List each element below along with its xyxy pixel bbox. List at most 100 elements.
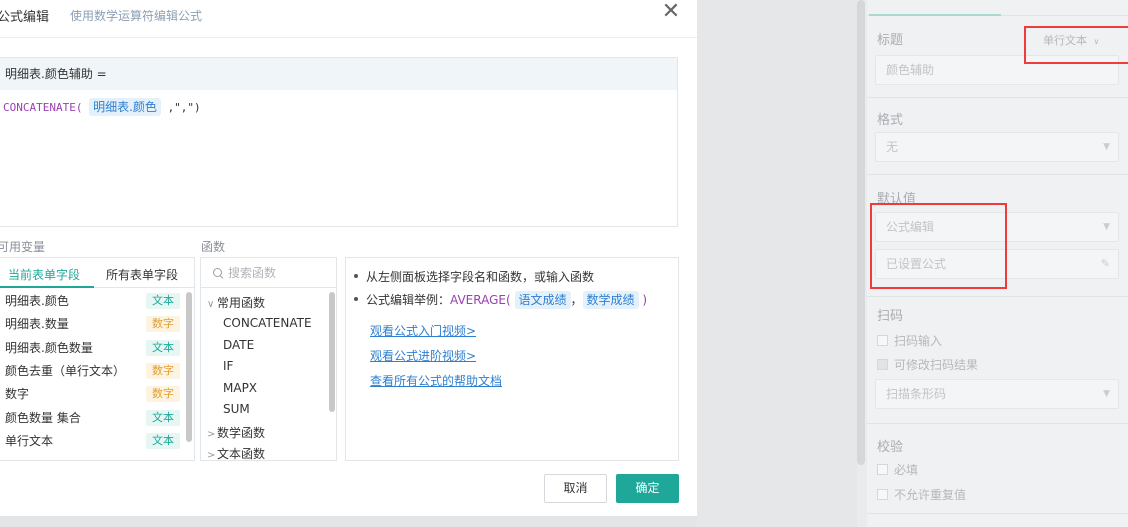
help-instruction: 从左侧面板选择字段名和函数，或输入函数 <box>354 268 594 285</box>
divider <box>867 423 1128 424</box>
variable-type-badge: 文本 <box>146 409 180 426</box>
variable-type-badge: 数字 <box>146 386 180 403</box>
close-icon[interactable]: ✕ <box>660 0 682 26</box>
edit-icon[interactable]: ✎ <box>1101 250 1110 278</box>
link-advanced-video[interactable]: 观看公式进阶视频> <box>370 347 476 364</box>
format-value: 无 <box>886 140 899 154</box>
function-group-label: 常用函数 <box>217 296 266 310</box>
functions-section-label: 函数 <box>201 240 226 254</box>
variable-item[interactable]: 数字 数字 <box>5 385 180 407</box>
no-duplicate-label: 不允许重复值 <box>894 488 967 502</box>
functions-scrollbar[interactable] <box>329 292 335 412</box>
checkbox-icon <box>877 489 888 500</box>
variable-item[interactable]: 单行文本 文本 <box>5 432 180 454</box>
formula-field-tag[interactable]: 明细表.颜色 <box>89 98 161 116</box>
help-example-arg: 数学成绩 <box>582 291 639 309</box>
variable-type-badge: 数字 <box>146 316 180 333</box>
variable-name: 数字 <box>5 387 30 402</box>
function-group-label: 数学函数 <box>217 426 266 440</box>
variable-type-badge: 文本 <box>146 432 180 449</box>
variable-name: 明细表.数量 <box>5 317 69 332</box>
function-group-label: 文本函数 <box>217 447 266 461</box>
divider <box>867 296 1128 297</box>
variable-type-badge: 文本 <box>146 339 180 356</box>
variable-item[interactable]: 颜色去重（单行文本） 数字 <box>5 362 180 384</box>
help-example-separator: ， <box>570 293 583 307</box>
function-group-text[interactable]: > 文本函数 <box>207 445 265 462</box>
variable-item[interactable]: 明细表.颜色数量 文本 <box>5 339 180 361</box>
scan-type-value: 扫描条形码 <box>886 387 947 401</box>
title-label: 标题 <box>877 33 904 48</box>
help-panel: 从左侧面板选择字段名和函数，或输入函数 公式编辑举例：AVERAGE( 语文成绩… <box>345 257 679 461</box>
function-item[interactable]: IF <box>223 359 233 373</box>
dialog-subtitle: 使用数学运算符编辑公式 <box>70 9 203 23</box>
chevron-right-icon: > <box>207 450 216 461</box>
function-item[interactable]: DATE <box>223 338 254 352</box>
help-example-prefix: 公式编辑举例： <box>366 293 451 307</box>
caret-down-icon: ▼ <box>1103 389 1110 399</box>
tab-indicator <box>0 286 94 288</box>
scan-input-label: 扫码输入 <box>894 334 943 348</box>
variables-scrollbar[interactable] <box>186 292 192 442</box>
scan-type-select[interactable]: 扫描条形码 ▼ <box>875 379 1119 409</box>
divider <box>867 174 1128 175</box>
function-group-math[interactable]: > 数学函数 <box>207 424 265 441</box>
function-item[interactable]: CONCATENATE <box>223 316 312 330</box>
function-item[interactable]: SUM <box>223 402 250 416</box>
format-label: 格式 <box>877 113 904 128</box>
function-item[interactable]: MAPX <box>223 381 257 395</box>
tab-current-form[interactable]: 当前表单字段 <box>8 266 80 283</box>
divider <box>867 513 1128 514</box>
help-example-arg: 语文成绩 <box>514 291 571 309</box>
background-area <box>697 0 865 527</box>
formula-function: CONCATENATE( <box>3 101 83 114</box>
background-bottom <box>0 516 697 527</box>
variable-item[interactable]: 颜色数量 集合 文本 <box>5 409 180 431</box>
variable-type-badge: 文本 <box>146 293 180 309</box>
background-scrollbar[interactable] <box>857 0 865 465</box>
formula-dialog: 公式编辑 使用数学运算符编辑公式 ✕ 明细表.颜色辅助 = CONCATENAT… <box>0 0 697 516</box>
no-duplicate-checkbox[interactable]: 不允许重复值 <box>877 486 966 503</box>
divider <box>867 97 1128 98</box>
checkbox-icon <box>877 359 888 370</box>
formula-rest: ,",") <box>167 101 201 114</box>
variable-item[interactable]: 明细表.数量 数字 <box>5 315 180 337</box>
function-search-input[interactable]: 搜索函数 <box>201 258 336 288</box>
bullet-icon <box>354 297 358 301</box>
panel-tabs <box>867 0 1128 16</box>
validate-label: 校验 <box>877 440 904 455</box>
scan-input-checkbox[interactable]: 扫码输入 <box>877 332 942 349</box>
link-help-docs[interactable]: 查看所有公式的帮助文档 <box>370 372 502 389</box>
help-instruction-text: 从左侧面板选择字段名和函数，或输入函数 <box>366 270 595 284</box>
variable-name: 明细表.颜色数量 <box>5 340 93 355</box>
scan-modify-label: 可修改扫码结果 <box>894 358 979 372</box>
checkbox-icon <box>877 335 888 346</box>
formula-target-field: 明细表.颜色辅助 = <box>0 58 677 90</box>
format-select[interactable]: 无 ▼ <box>875 132 1119 162</box>
variable-name: 单行文本 <box>5 433 54 448</box>
panel-tab-indicator <box>869 14 1001 16</box>
tab-all-forms[interactable]: 所有表单字段 <box>106 266 178 283</box>
scan-modify-checkbox[interactable]: 可修改扫码结果 <box>877 356 978 373</box>
variable-item[interactable]: 明细表.颜色 文本 <box>5 292 180 314</box>
confirm-button[interactable]: 确定 <box>616 474 679 503</box>
help-example-function: AVERAGE( <box>450 293 511 307</box>
required-checkbox[interactable]: 必填 <box>877 461 918 478</box>
formula-editor[interactable]: 明细表.颜色辅助 = CONCATENATE( 明细表.颜色 ,",") <box>0 57 678 227</box>
scan-label: 扫码 <box>877 309 904 324</box>
caret-down-icon: ▼ <box>1103 142 1110 152</box>
title-input-value: 颜色辅助 <box>886 63 935 77</box>
cancel-button[interactable]: 取消 <box>544 474 607 503</box>
chevron-down-icon: ∨ <box>207 299 215 310</box>
caret-down-icon: ▼ <box>1103 222 1110 232</box>
function-group-common[interactable]: ∨ 常用函数 <box>207 294 265 311</box>
variable-name: 颜色去重（单行文本） <box>5 363 126 378</box>
formula-text[interactable]: CONCATENATE( 明细表.颜色 ,",") <box>3 98 201 116</box>
bullet-icon <box>354 274 358 278</box>
variable-name: 明细表.颜色 <box>5 294 69 308</box>
checkbox-icon <box>877 464 888 475</box>
search-icon <box>212 267 224 279</box>
variable-type-badge: 数字 <box>146 362 180 379</box>
variables-tabs: 当前表单字段 所有表单字段 <box>0 258 194 288</box>
link-intro-video[interactable]: 观看公式入门视频> <box>370 322 476 339</box>
